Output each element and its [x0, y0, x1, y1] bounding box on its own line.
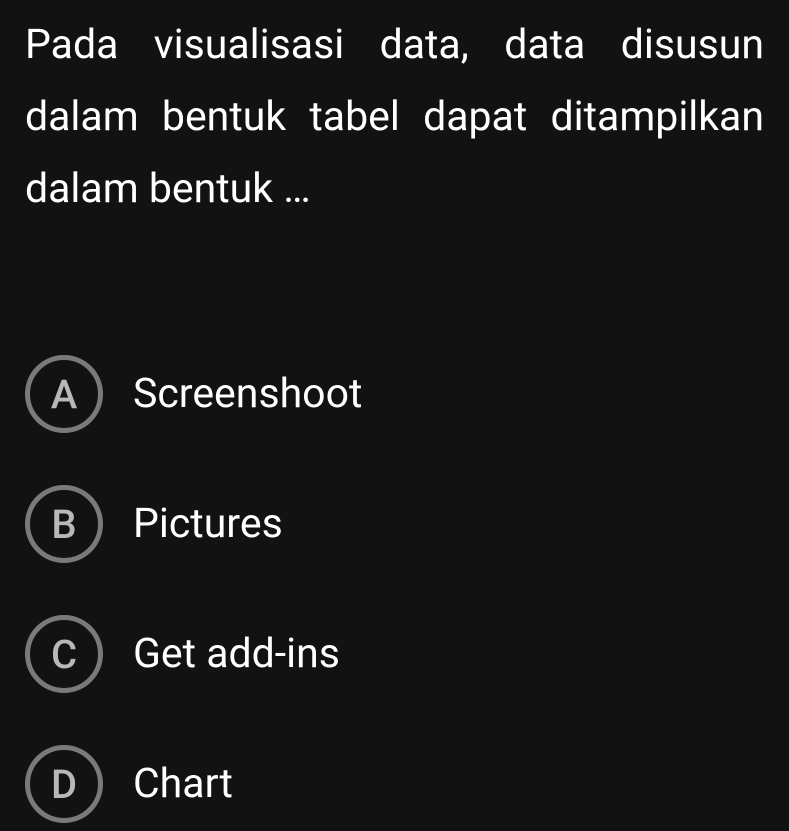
option-letter-d: D: [25, 745, 103, 823]
option-text-d: Chart: [133, 760, 233, 808]
option-text-b: Pictures: [133, 500, 283, 548]
option-c[interactable]: C Get add-ins: [25, 615, 764, 693]
option-letter-b: B: [25, 485, 103, 563]
option-text-c: Get add-ins: [133, 630, 340, 678]
option-a[interactable]: A Screenshoot: [25, 355, 764, 433]
option-b[interactable]: B Pictures: [25, 485, 764, 563]
option-text-a: Screenshoot: [133, 370, 362, 418]
option-letter-a: A: [25, 355, 103, 433]
options-container: A Screenshoot B Pictures C Get add-ins D…: [25, 355, 764, 823]
option-letter-c: C: [25, 615, 103, 693]
option-d[interactable]: D Chart: [25, 745, 764, 823]
question-text: Pada visualisasi data, data disusun dala…: [25, 10, 764, 225]
